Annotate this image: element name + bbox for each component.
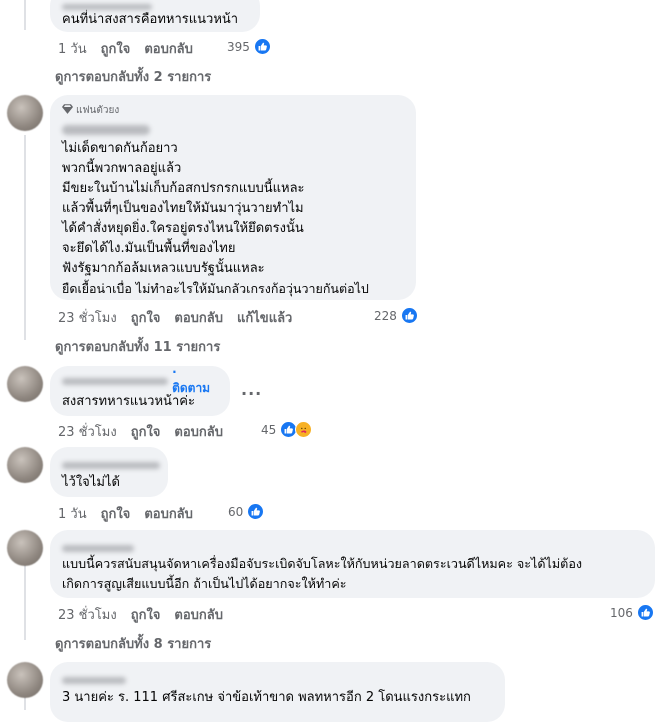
reply-button[interactable]: ตอบกลับ [174, 604, 223, 625]
avatar[interactable] [7, 95, 43, 131]
reaction-summary[interactable]: 228 [374, 307, 418, 324]
care-hug-icon [295, 421, 313, 438]
comment-bubble: 3 นายค่ะ ร. 111 ศรีสะเกษ จ่าข้อเท้าขาด พ… [50, 662, 505, 722]
reply-button[interactable]: ตอบกลับ [174, 307, 223, 328]
like-button[interactable]: ถูกใจ [101, 38, 131, 59]
thread-line [24, 0, 26, 30]
comment-text: 3 นายค่ะ ร. 111 ศรีสะเกษ จ่าข้อเท้าขาด พ… [62, 690, 471, 705]
comment-line: แล้วพื้นที่ๆเป็นของไทยให้มันมาวุ่นวายทำไ… [62, 201, 304, 216]
thumbs-up-icon [253, 38, 271, 55]
avatar[interactable] [7, 530, 43, 566]
thumbs-up-icon [636, 604, 654, 621]
like-button[interactable]: ถูกใจ [131, 604, 161, 625]
thread-line [24, 565, 26, 640]
comment-line: ฟังรัฐมากก้อล้มเหลวแบบรัฐนั้นแหละ [62, 261, 265, 276]
comment-bubble: แบบนี้ควรสนับสนุนจัดหาเครื่องมือจับระเบิ… [50, 530, 655, 598]
reply-button[interactable]: ตอบกลับ [174, 421, 223, 442]
reaction-summary[interactable]: 106 [610, 604, 654, 621]
comment-line: พวกนี้พวกพาลอยู่แล้ว [62, 161, 182, 176]
comment-line: ยืดเยื้อน่าเบื่อ ไม่ทำอะไรให้มันกลัวเกรง… [62, 281, 369, 296]
comment-actions: 1 วัน ถูกใจ ตอบกลับ [58, 38, 193, 59]
reaction-summary[interactable]: 395 [227, 38, 271, 55]
commenter-name[interactable] [62, 124, 150, 135]
top-fan-badge: แฟนตัวยง [62, 103, 404, 117]
comment-text: ไว้ใจไม่ได้ [62, 475, 120, 490]
avatar[interactable] [7, 662, 43, 698]
reaction-summary[interactable]: 60 [228, 503, 265, 520]
like-button[interactable]: ถูกใจ [101, 503, 131, 524]
comment-text: ไม่เด็ดขาดกันก้อยาว พวกนี้พวกพาลอยู่แล้ว… [62, 139, 404, 299]
reply-button[interactable]: ตอบกลับ [144, 503, 193, 524]
reaction-count: 45 [261, 422, 277, 437]
comment-line: มีขยะในบ้านไม่เก็บก้อสกปรกรกแบบนี้แหละ [62, 181, 305, 196]
reaction-count: 60 [228, 504, 244, 519]
thumbs-up-icon [400, 307, 418, 324]
diamond-icon [62, 103, 73, 117]
avatar[interactable] [7, 447, 43, 483]
reaction-count: 106 [610, 605, 633, 620]
avatar[interactable] [7, 366, 43, 402]
comment-actions: 23 ชั่วโมง ถูกใจ ตอบกลับ [58, 421, 223, 442]
comment-text: สงสารทหารแนวหน้าค่ะ [62, 394, 195, 409]
comment-line: ได้คำสั่งหยุดยิ่ง.ใครอยู่ตรงไหนให้ยึดตรง… [62, 221, 304, 236]
comment-actions: 23 ชั่วโมง ถูกใจ ตอบกลับ [58, 604, 223, 625]
reaction-count: 395 [227, 39, 250, 54]
comment-line: เกิดการสูญเสียแบบนี้อีก ถ้าเป็นไปได้อยาก… [62, 576, 347, 591]
comment-actions: 1 วัน ถูกใจ ตอบกลับ [58, 503, 193, 524]
comment-time[interactable]: 23 ชั่วโมง [58, 421, 117, 442]
view-replies-link[interactable]: ดูการตอบกลับทั้ง 8 รายการ [55, 633, 211, 654]
thread-line [24, 135, 26, 340]
view-replies-link[interactable]: ดูการตอบกลับทั้ง 11 รายการ [55, 336, 220, 357]
comment-actions: 23 ชั่วโมง ถูกใจ ตอบกลับ แก้ไขแล้ว [58, 307, 292, 328]
comment-line: ไม่เด็ดขาดกันก้อยาว [62, 141, 178, 156]
comment-bubble: ไว้ใจไม่ได้ [50, 447, 168, 497]
comment-time[interactable]: 1 วัน [58, 503, 87, 524]
commenter-name[interactable] [62, 3, 152, 10]
view-replies-link[interactable]: ดูการตอบกลับทั้ง 2 รายการ [55, 66, 211, 87]
edited-label[interactable]: แก้ไขแล้ว [237, 307, 292, 328]
comment-time[interactable]: 23 ชั่วโมง [58, 604, 117, 625]
comment-bubble: · ติดตาม สงสารทหารแนวหน้าค่ะ [50, 365, 230, 416]
thumbs-up-icon [247, 503, 265, 520]
commenter-name[interactable] [62, 677, 126, 684]
comment-text: แบบนี้ควรสนับสนุนจัดหาเครื่องมือจับระเบิ… [62, 554, 647, 594]
comment-line: จะยึดได้ไง.มันเป็นพื้นที่ของไทย [62, 241, 236, 256]
commenter-name[interactable] [62, 377, 169, 385]
comment-text: คนที่น่าสงสารคือทหารแนวหน้า [62, 12, 239, 27]
like-button[interactable]: ถูกใจ [131, 421, 161, 442]
reaction-summary[interactable]: 45 [261, 421, 313, 438]
badge-label: แฟนตัวยง [76, 104, 120, 116]
comment-time[interactable]: 23 ชั่วโมง [58, 307, 117, 328]
reply-button[interactable]: ตอบกลับ [144, 38, 193, 59]
comment-line: แบบนี้ควรสนับสนุนจัดหาเครื่องมือจับระเบิ… [62, 556, 583, 571]
reaction-count: 228 [374, 308, 397, 323]
comment-time[interactable]: 1 วัน [58, 38, 87, 59]
comment-bubble: คนที่น่าสงสารคือทหารแนวหน้า [50, 0, 260, 32]
like-button[interactable]: ถูกใจ [131, 307, 161, 328]
more-options-button[interactable]: ... [241, 380, 262, 399]
commenter-name[interactable] [62, 545, 134, 552]
comment-bubble: แฟนตัวยง ไม่เด็ดขาดกันก้อยาว พวกนี้พวกพา… [50, 95, 416, 300]
commenter-name[interactable] [62, 462, 160, 469]
